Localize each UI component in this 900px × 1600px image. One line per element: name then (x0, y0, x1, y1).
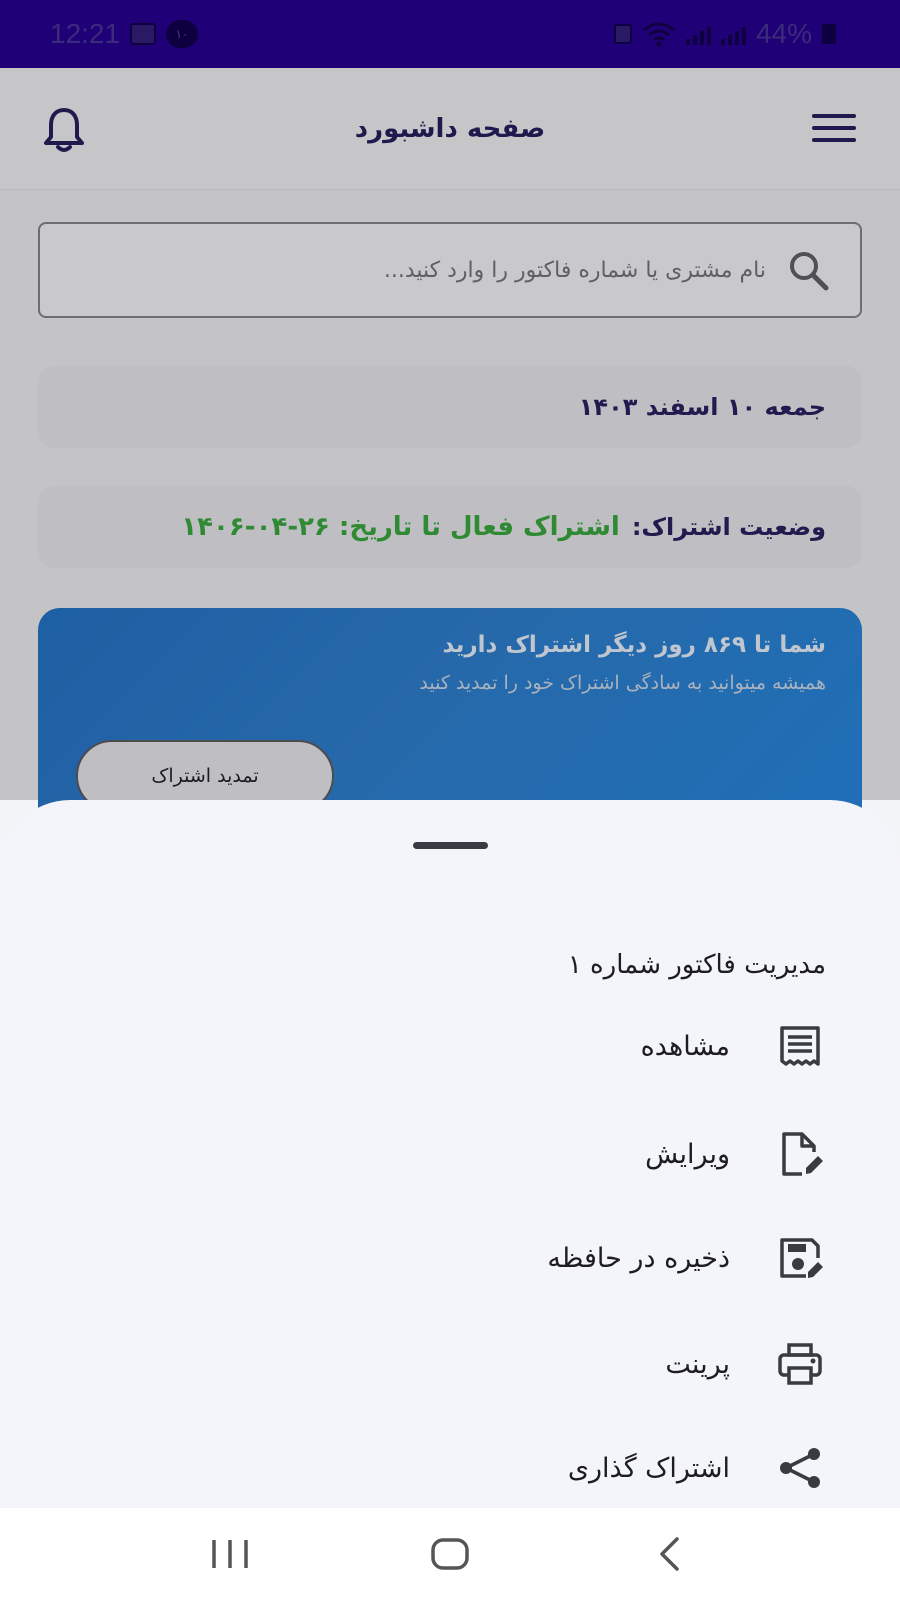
home-button[interactable] (420, 1529, 480, 1579)
recent-apps-icon (212, 1540, 248, 1568)
action-save[interactable]: ذخیره در حافظه (266, 1228, 826, 1288)
save-icon (774, 1232, 826, 1284)
back-icon (660, 1537, 679, 1571)
dashboard-content: جمعه ۱۰ اسفند ۱۴۰۳ وضعیت اشتراک: اشتراک … (0, 190, 900, 848)
subscription-label: وضعیت اشتراک: (631, 513, 826, 541)
search-box[interactable] (38, 222, 862, 318)
signal-icon-1 (685, 23, 711, 45)
battery-percent: 44% (755, 18, 812, 49)
action-label: پرینت (665, 1348, 730, 1380)
date-card: جمعه ۱۰ اسفند ۱۴۰۳ (38, 366, 862, 448)
notification-button[interactable] (42, 106, 86, 154)
status-left: 12:21 ۱۰ (50, 18, 199, 50)
sim-icon (613, 24, 632, 44)
hamburger-icon-line (812, 138, 856, 142)
system-nav-bar (0, 1508, 900, 1600)
subscription-value: اشتراک فعال تا تاریخ: ۲۶-۰۴-۱۴۰۶ (181, 512, 620, 542)
action-label: ویرایش (645, 1138, 730, 1170)
search-input[interactable] (70, 257, 766, 283)
action-label: اشتراک گذاری (567, 1452, 730, 1484)
recent-apps-button[interactable] (200, 1529, 260, 1579)
share-icon (774, 1442, 826, 1494)
signal-icon-2 (720, 23, 746, 45)
menu-button[interactable] (812, 114, 856, 144)
action-label: مشاهده (640, 1030, 730, 1062)
action-view[interactable]: مشاهده (266, 1016, 826, 1076)
battery-icon (822, 24, 836, 44)
back-button[interactable] (640, 1529, 700, 1579)
action-share[interactable]: اشتراک گذاری (266, 1438, 826, 1498)
action-print[interactable]: پرینت (266, 1334, 826, 1394)
app-bar: صفحه داشبورد (0, 68, 900, 190)
status-time: 12:21 (50, 18, 121, 49)
sheet-title: مدیریت فاکتور شماره ۱ (567, 950, 826, 980)
wifi-icon (643, 22, 675, 47)
gallery-notification-icon (130, 23, 157, 45)
printer-icon (774, 1338, 826, 1390)
promo-title: شما تا ۸۶۹ روز دیگر اشتراک دارید (442, 632, 826, 658)
status-right: 44% (613, 18, 836, 50)
action-label: ذخیره در حافظه (547, 1242, 730, 1274)
promo-subtitle: همیشه میتوانید به سادگی اشتراک خود را تم… (419, 672, 826, 694)
home-icon (431, 1538, 469, 1570)
bell-icon (44, 108, 84, 152)
search-icon (790, 252, 829, 291)
current-date: جمعه ۱۰ اسفند ۱۴۰۳ (578, 393, 826, 421)
notification-badge: ۱۰ (166, 20, 199, 48)
subscription-status-card: وضعیت اشتراک: اشتراک فعال تا تاریخ: ۲۶-۰… (38, 486, 862, 568)
receipt-icon (774, 1020, 826, 1072)
hamburger-icon-line (812, 126, 856, 130)
hamburger-icon (812, 114, 856, 118)
drag-handle[interactable] (413, 842, 488, 849)
page-title: صفحه داشبورد (354, 113, 546, 144)
invoice-actions-sheet: مدیریت فاکتور شماره ۱ مشاهده ویرایش ذخیر… (0, 800, 900, 1508)
edit-file-icon (774, 1128, 826, 1180)
action-edit[interactable]: ویرایش (266, 1124, 826, 1184)
status-bar: 12:21 ۱۰ 44% (0, 0, 900, 68)
